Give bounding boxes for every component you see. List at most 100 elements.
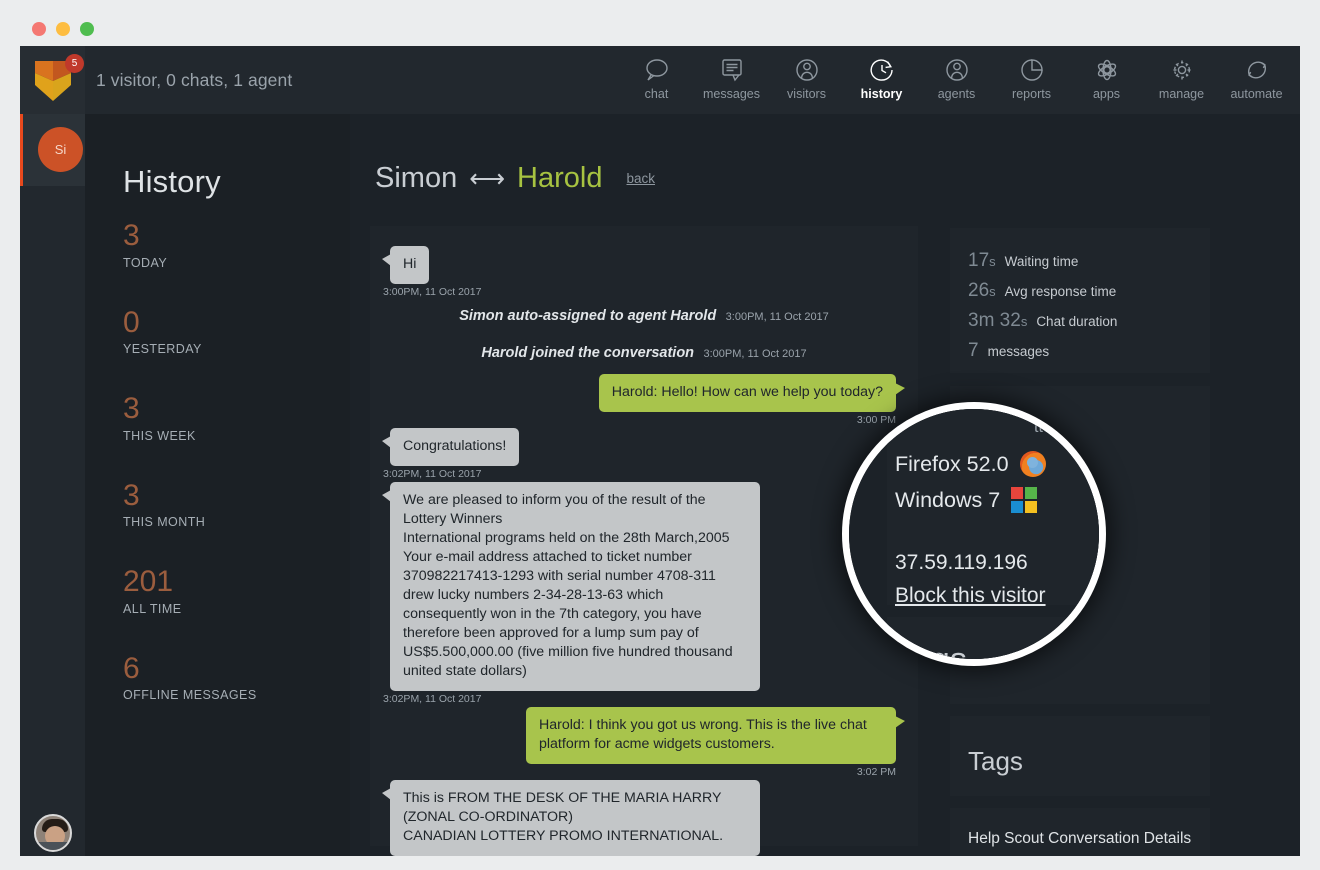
- pie-chart-icon: [1018, 57, 1046, 83]
- nav-messages-label: messages: [703, 87, 760, 101]
- notification-badge: 5: [65, 54, 84, 73]
- message-thread[interactable]: Hi 3:00PM, 11 Oct 2017 Simon auto-assign…: [370, 226, 918, 856]
- screenshot-root: 5 1 visitor, 0 chats, 1 agent chat messa…: [0, 0, 1320, 870]
- message-timestamp: 3:00 PM: [380, 414, 896, 426]
- nav-items: chat messages visitors history agents re…: [619, 46, 1294, 114]
- tags-title: Tags: [968, 746, 1023, 776]
- app-window: 5 1 visitor, 0 chats, 1 agent chat messa…: [20, 46, 1300, 856]
- metric-value: 17: [968, 250, 990, 271]
- stat-value: 0: [123, 305, 140, 339]
- magnified-block-visitor-link[interactable]: Block this visitor: [895, 584, 1046, 608]
- visitors-circle-icon: [793, 57, 821, 83]
- nav-visitors-label: visitors: [787, 87, 826, 101]
- message-timestamp: 3:00PM, 11 Oct 2017: [383, 286, 482, 298]
- system-event-row: Harold joined the conversation 3:00PM, 1…: [380, 337, 908, 372]
- metric-value: 26: [968, 280, 990, 301]
- nav-automate-label: automate: [1230, 87, 1283, 101]
- stat-all-time[interactable]: 201 ALL TIME: [123, 566, 333, 616]
- message-lines-icon: [718, 57, 746, 83]
- exchange-arrow-icon: ⟷: [469, 165, 506, 193]
- brand-fox-logo-icon: 5: [31, 51, 84, 107]
- message-bubble-agent: Harold: I think you got us wrong. This i…: [526, 707, 905, 764]
- system-event-timestamp: 3:00PM, 11 Oct 2017: [703, 348, 807, 360]
- nav-messages[interactable]: messages: [694, 46, 769, 114]
- stat-yesterday[interactable]: 0 YESTERDAY: [123, 305, 333, 356]
- gear-icon: [1168, 57, 1196, 83]
- page-title: History: [123, 164, 221, 199]
- refresh-circle-icon: [1243, 57, 1271, 83]
- magnified-visitor-card: [887, 409, 1099, 659]
- message-row: Congratulations! 3:02PM, 11 Oct 2017: [380, 428, 908, 480]
- atom-apps-icon: [1093, 57, 1121, 83]
- stat-value: 201: [123, 565, 174, 598]
- history-sidebar: History 3 TODAY 0 YESTERDAY 3 THIS WEEK …: [85, 114, 350, 856]
- metric-chat-duration: 3m 32 s Chat duration: [968, 310, 1210, 332]
- nav-apps[interactable]: apps: [1069, 46, 1144, 114]
- message-row: Harold: Hello! How can we help you today…: [380, 374, 908, 426]
- nav-agents[interactable]: agents: [919, 46, 994, 114]
- helpscout-card: Help Scout Conversation Details Conversa…: [950, 808, 1210, 856]
- nav-visitors[interactable]: visitors: [769, 46, 844, 114]
- message-timestamp: 3:02PM, 11 Oct 2017: [383, 693, 482, 705]
- metric-waiting-time: 17 s Waiting time: [968, 250, 1210, 272]
- status-summary: 1 visitor, 0 chats, 1 agent: [96, 70, 293, 90]
- message-bubble-visitor: Hi: [381, 246, 430, 284]
- stat-caption: THIS MONTH: [123, 515, 206, 529]
- minimize-icon[interactable]: [56, 22, 70, 36]
- stat-caption: THIS WEEK: [123, 428, 196, 443]
- nav-agents-label: agents: [937, 87, 976, 101]
- magnified-browser-label: Firefox 52.0: [895, 451, 1009, 476]
- left-rail: Si: [20, 114, 85, 856]
- speech-bubble-icon: [643, 57, 671, 83]
- system-event-text: Simon auto-assigned to agent Harold: [459, 308, 717, 324]
- top-navigation-bar: 5 1 visitor, 0 chats, 1 agent chat messa…: [20, 46, 1300, 114]
- metric-unit: s: [989, 284, 996, 299]
- magnifier-content: ttery.com Firefox 52.0 Windows 7 37.59.1…: [849, 409, 1099, 659]
- nav-manage[interactable]: manage: [1144, 46, 1219, 114]
- metric-label: messages: [987, 344, 1050, 359]
- helpscout-title: Help Scout Conversation Details: [968, 830, 1192, 847]
- metric-messages: 7 messages: [968, 340, 1210, 362]
- nav-chat-label: chat: [644, 87, 669, 101]
- nav-history-label: history: [860, 87, 903, 101]
- message-bubble-visitor: This is FROM THE DESK OF THE MARIA HARRY…: [382, 780, 760, 856]
- metric-value: 3m 32: [968, 310, 1021, 331]
- maximize-icon[interactable]: [80, 22, 94, 36]
- message-row: Hi 3:00PM, 11 Oct 2017: [380, 246, 908, 298]
- nav-automate[interactable]: automate: [1219, 46, 1294, 114]
- metric-avg-response-time: 26 s Avg response time: [968, 280, 1210, 302]
- conversation-header: Simon ⟷ Harold back: [375, 162, 655, 195]
- stat-this-month[interactable]: 3 THIS MONTH: [123, 479, 333, 529]
- system-event-row: Simon auto-assigned to agent Harold 3:00…: [380, 300, 908, 335]
- firefox-icon: [1019, 451, 1046, 477]
- stat-caption: OFFLINE MESSAGES: [123, 688, 257, 702]
- conversation-visitor-name: Simon: [375, 162, 458, 194]
- tags-card: Tags: [950, 716, 1210, 796]
- stat-offline-messages[interactable]: 6 OFFLINE MESSAGES: [123, 652, 333, 702]
- stat-caption: TODAY: [123, 255, 168, 270]
- nav-reports[interactable]: reports: [994, 46, 1069, 114]
- rail-selected-conversation[interactable]: Si: [20, 114, 85, 186]
- metric-label: Chat duration: [1036, 314, 1118, 329]
- metric-label: Waiting time: [1004, 254, 1079, 269]
- stat-today[interactable]: 3 TODAY: [123, 220, 333, 270]
- logo-cell[interactable]: 5: [20, 46, 85, 114]
- conversation-panel: Simon ⟷ Harold back Hi 3:00PM, 11 Oct 20…: [350, 114, 930, 856]
- stat-this-week[interactable]: 3 THIS WEEK: [123, 393, 333, 443]
- magnifier-lens: ttery.com Firefox 52.0 Windows 7 37.59.1…: [842, 402, 1106, 666]
- metric-value: 7: [968, 340, 979, 361]
- nav-reports-label: reports: [1012, 87, 1051, 101]
- agent-photo-avatar[interactable]: [34, 814, 72, 852]
- magnified-visitor-ip: 37.59.119.196: [895, 551, 1028, 574]
- clock-history-icon: [868, 57, 896, 83]
- nav-history[interactable]: history: [844, 46, 919, 114]
- nav-manage-label: manage: [1158, 87, 1205, 101]
- message-bubble-visitor: We are pleased to inform you of the resu…: [382, 482, 760, 691]
- back-link[interactable]: back: [626, 171, 655, 186]
- stat-caption: ALL TIME: [123, 601, 182, 616]
- message-bubble-agent: Harold: Hello! How can we help you today…: [598, 374, 906, 412]
- message-timestamp: 3:02PM, 11 Oct 2017: [383, 468, 482, 480]
- history-stats-list: 3 TODAY 0 YESTERDAY 3 THIS WEEK 3 THIS M…: [123, 220, 333, 739]
- close-icon[interactable]: [32, 22, 46, 36]
- nav-chat[interactable]: chat: [619, 46, 694, 114]
